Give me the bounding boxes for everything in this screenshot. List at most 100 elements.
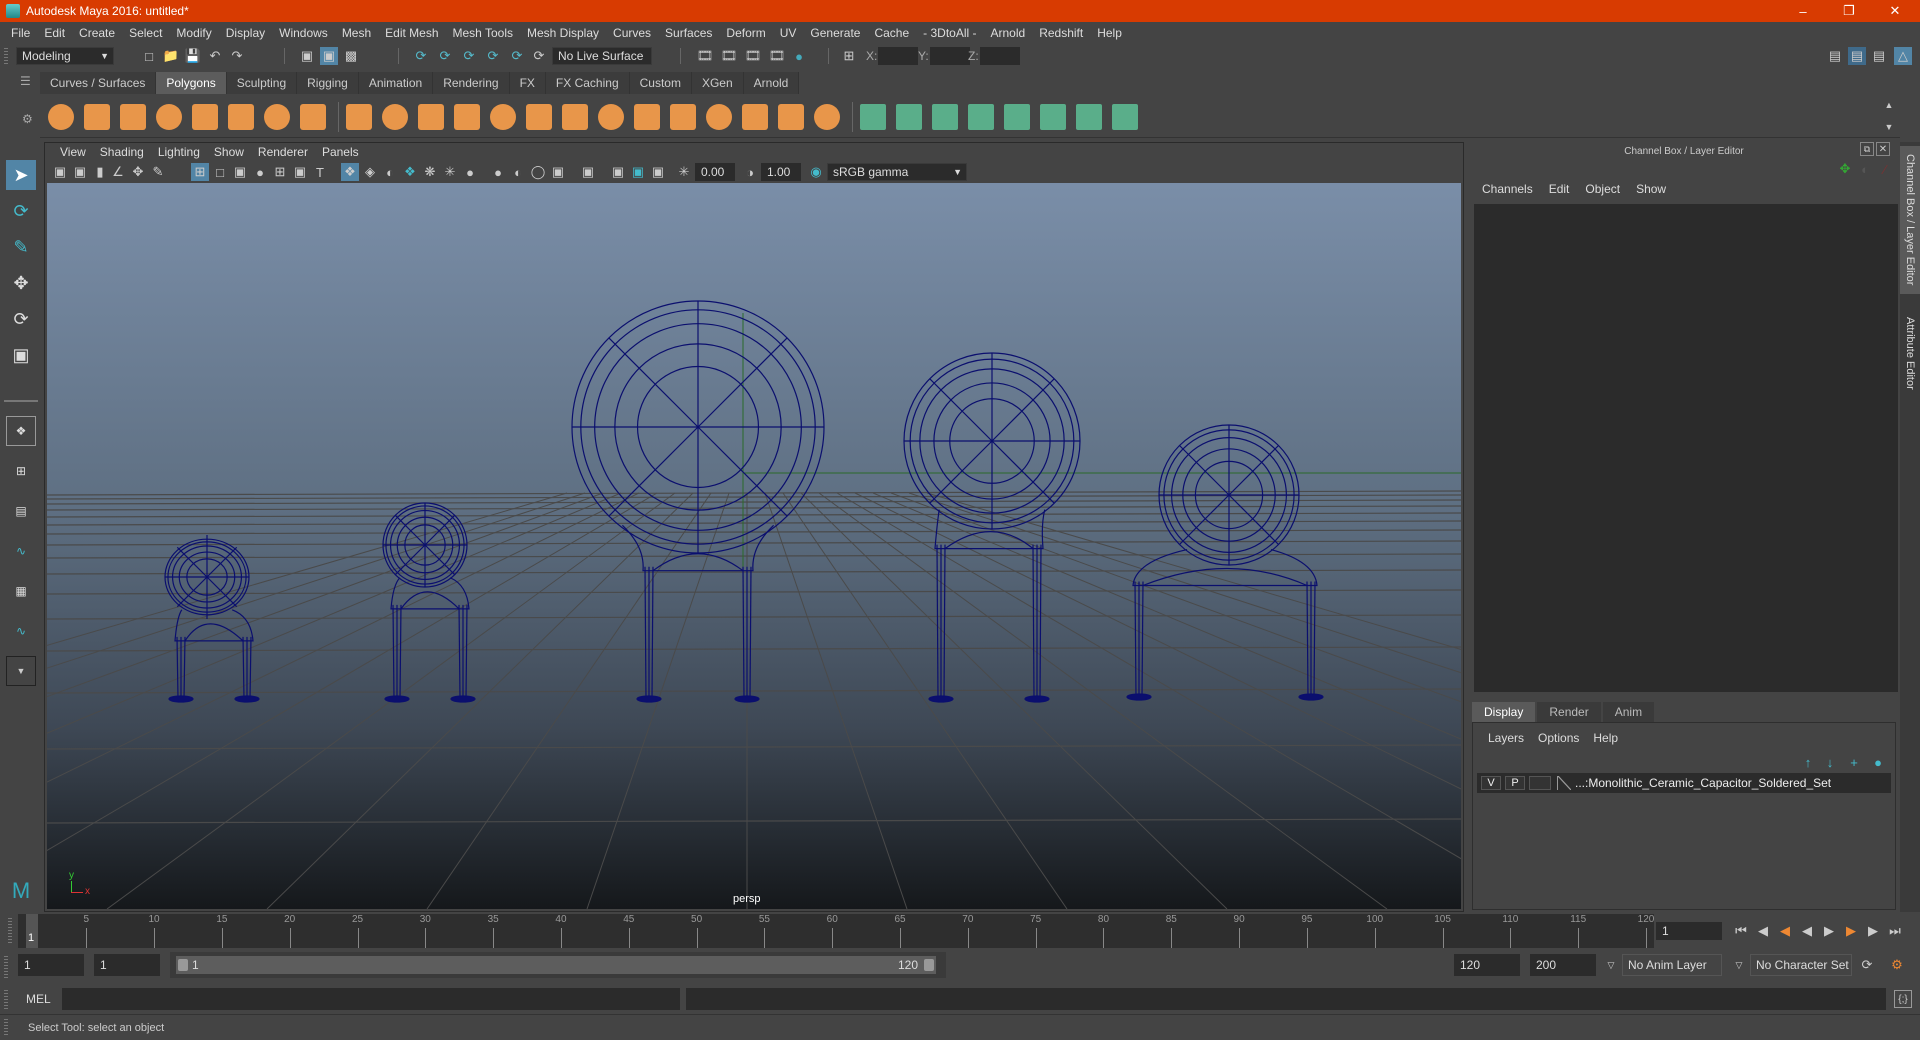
lasso-tool-icon[interactable]: ⟳ <box>6 196 36 226</box>
mirror-icon[interactable] <box>418 104 444 130</box>
menu-surfaces[interactable]: Surfaces <box>658 26 719 40</box>
snap-point-icon[interactable]: ⟳ <box>460 47 478 65</box>
menu-uv[interactable]: UV <box>773 26 804 40</box>
menu-generate[interactable]: Generate <box>803 26 867 40</box>
script-editor-icon[interactable]: {;} <box>1894 990 1912 1008</box>
shelf-tab-arnold[interactable]: Arnold <box>743 72 800 94</box>
safe-action-icon[interactable]: ▣ <box>291 163 309 181</box>
shelf-scroll-up-icon[interactable]: ▲ <box>1880 96 1898 114</box>
drag-handle[interactable] <box>4 1019 8 1037</box>
quad-draw-icon[interactable] <box>814 104 840 130</box>
make-live-icon[interactable]: ⟳ <box>530 47 548 65</box>
menu-edit-mesh[interactable]: Edit Mesh <box>378 26 445 40</box>
auto-key-icon[interactable]: ⟳ <box>1858 956 1876 974</box>
x-field[interactable] <box>878 47 918 65</box>
poly-pipe-icon[interactable] <box>300 104 326 130</box>
field-chart-icon[interactable]: ⊞ <box>271 163 289 181</box>
select-hierarchy-icon[interactable]: ▣ <box>298 47 316 65</box>
menu-redshift[interactable]: Redshift <box>1032 26 1090 40</box>
speed-icon[interactable]: ◐ <box>1856 160 1874 178</box>
shadows-icon[interactable]: ● <box>461 163 479 181</box>
drag-handle[interactable] <box>8 918 12 944</box>
layer-display-type-toggle[interactable] <box>1529 776 1551 790</box>
drag-handle[interactable] <box>4 990 8 1010</box>
exposure-field[interactable]: 0.00 <box>695 163 735 181</box>
channel-box-area[interactable] <box>1474 204 1898 692</box>
poly-cylinder-icon[interactable] <box>120 104 146 130</box>
channel-box-toggle-icon[interactable]: ▤ <box>1848 47 1866 65</box>
play-forwards-icon[interactable]: ▶ <box>1820 922 1838 940</box>
paint-select-tool-icon[interactable]: ✎ <box>6 232 36 262</box>
2d-pan-zoom-icon[interactable]: ✥ <box>129 163 147 181</box>
xray-active-icon[interactable]: ▣ <box>629 163 647 181</box>
shelf-tab-fx-caching[interactable]: FX Caching <box>545 72 630 94</box>
poly-torus-icon[interactable] <box>228 104 254 130</box>
viewport-menu-renderer[interactable]: Renderer <box>251 145 315 159</box>
uv-unfold-icon[interactable] <box>1112 104 1138 130</box>
layer-tab-display[interactable]: Display <box>1472 702 1536 722</box>
anim-layer-dropdown[interactable]: No Anim Layer <box>1622 954 1722 976</box>
new-layer-selected-icon[interactable]: ● <box>1869 753 1887 771</box>
default-material-icon[interactable]: ◐ <box>381 163 399 181</box>
safe-title-icon[interactable]: T <box>311 163 329 181</box>
character-set-dropdown[interactable]: No Character Set <box>1750 954 1852 976</box>
shelf-menu-icon[interactable]: ☰ <box>20 74 31 88</box>
animation-preferences-icon[interactable]: ⚙ <box>1888 956 1906 974</box>
rotate-tool-icon[interactable]: ⟳ <box>6 304 36 334</box>
bridge-icon[interactable] <box>526 104 552 130</box>
poly-cone-icon[interactable] <box>156 104 182 130</box>
channel-box-menu-object[interactable]: Object <box>1577 182 1628 196</box>
camera-select-icon[interactable]: ▣ <box>51 163 69 181</box>
shelf-tab-curves-surfaces[interactable]: Curves / Surfaces <box>40 72 157 94</box>
go-to-start-icon[interactable]: ⏮ <box>1732 922 1750 940</box>
attribute-editor-toggle-icon[interactable]: △ <box>1894 47 1912 65</box>
append-polygon-icon[interactable] <box>778 104 804 130</box>
shelf-tab-rendering[interactable]: Rendering <box>433 72 510 94</box>
menu-set-dropdown[interactable]: Modeling ▼ <box>16 47 114 65</box>
poly-pyramid-icon[interactable] <box>264 104 290 130</box>
layer-menu-options[interactable]: Options <box>1531 731 1586 745</box>
wireframe-icon[interactable]: ❖ <box>341 163 359 181</box>
fill-hole-icon[interactable] <box>860 104 886 130</box>
gamma-icon[interactable]: ◑ <box>741 163 759 181</box>
color-management-toggle-icon[interactable]: ◉ <box>807 163 825 181</box>
shelf-scroll-down-icon[interactable]: ▼ <box>1880 118 1898 136</box>
uv-planar-icon[interactable] <box>896 104 922 130</box>
snap-surface-icon[interactable]: ⟳ <box>508 47 526 65</box>
extrude-icon[interactable] <box>598 104 624 130</box>
render-settings-icon[interactable]: 🎞 <box>768 47 786 65</box>
use-all-lights-icon[interactable]: ✳ <box>441 163 459 181</box>
menu-deform[interactable]: Deform <box>719 26 772 40</box>
range-start-handle[interactable] <box>178 959 188 971</box>
step-forward-key-icon[interactable]: ▶ <box>1842 922 1860 940</box>
gamma-field[interactable]: 1.00 <box>761 163 801 181</box>
ipr-render-icon[interactable]: 🎞 <box>744 47 762 65</box>
resolution-gate-icon[interactable]: ▣ <box>231 163 249 181</box>
channel-box-menu-edit[interactable]: Edit <box>1541 182 1578 196</box>
layer-menu-help[interactable]: Help <box>1586 731 1625 745</box>
smooth-shade-icon[interactable]: ◈ <box>361 163 379 181</box>
snap-curve-icon[interactable]: ⟳ <box>436 47 454 65</box>
viewport-menu-panels[interactable]: Panels <box>315 145 366 159</box>
uv-cylindrical-icon[interactable] <box>932 104 958 130</box>
bevel-icon[interactable] <box>562 104 588 130</box>
layer-playback-toggle[interactable]: P <box>1505 776 1525 790</box>
menu-windows[interactable]: Windows <box>272 26 335 40</box>
render-current-frame-icon[interactable]: 🎞 <box>720 47 738 65</box>
xray-joints-icon[interactable]: ▣ <box>609 163 627 181</box>
menu-select[interactable]: Select <box>122 26 169 40</box>
shelf-tab-custom[interactable]: Custom <box>629 72 692 94</box>
transform-mode-icon[interactable]: ⊞ <box>840 47 858 65</box>
film-gate-icon[interactable]: □ <box>211 163 229 181</box>
move-tool-icon[interactable]: ✥ <box>6 268 36 298</box>
select-object-icon[interactable]: ▣ <box>320 47 338 65</box>
select-tool-icon[interactable]: ➤ <box>6 160 36 190</box>
tool-settings-icon[interactable]: ▤ <box>1870 47 1888 65</box>
layer-row[interactable]: V P ...:Monolithic_Ceramic_Capacitor_Sol… <box>1477 773 1891 793</box>
uv-contour-icon[interactable] <box>1040 104 1066 130</box>
four-view-layout-icon[interactable]: ⊞ <box>6 456 36 486</box>
layer-tab-anim[interactable]: Anim <box>1602 702 1655 722</box>
scale-tool-icon[interactable]: ▣ <box>6 340 36 370</box>
menu-display[interactable]: Display <box>219 26 272 40</box>
bookmark-icon[interactable]: ▮ <box>91 163 109 181</box>
